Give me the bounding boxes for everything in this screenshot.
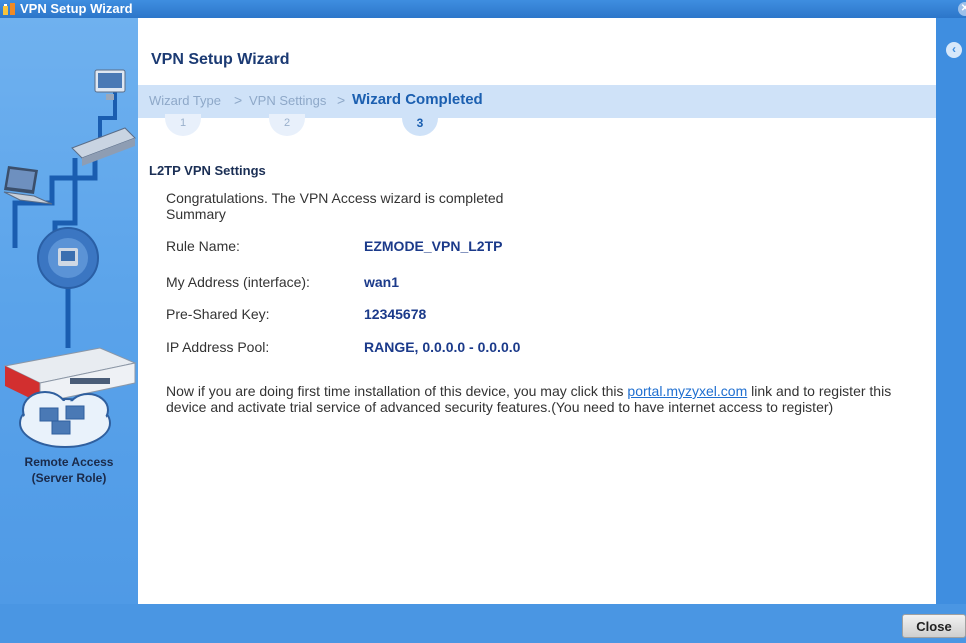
laptop-icon [3, 166, 53, 205]
note-text-before: Now if you are doing first time installa… [166, 383, 628, 399]
congrats-message: Congratulations. The VPN Access wizard i… [166, 190, 504, 206]
registration-note: Now if you are doing first time installa… [166, 383, 926, 415]
cloud-computers-icon [19, 391, 111, 448]
pre-shared-key-value: 12345678 [364, 306, 427, 322]
ip-address-pool-label: IP Address Pool: [166, 339, 270, 355]
network-topology-illustration [3, 69, 137, 448]
wizard-app-icon [2, 2, 16, 16]
sidebar-caption: Remote Access (Server Role) [0, 454, 138, 486]
sidebar-caption-line2: (Server Role) [31, 471, 107, 485]
wizard-main-panel: VPN Setup Wizard Wizard Type > VPN Setti… [138, 18, 936, 604]
switch-icon [71, 127, 136, 166]
chevron-right-icon: > [337, 92, 346, 108]
step-vpn-settings: VPN Settings [249, 93, 327, 108]
step-number-3: 3 [402, 114, 438, 136]
my-address-value: wan1 [364, 274, 400, 290]
summary-label: Summary [166, 206, 226, 222]
wizard-illustration-panel: Remote Access (Server Role) [0, 18, 138, 604]
step-wizard-type: Wizard Type [149, 93, 222, 108]
step-wizard-completed: Wizard Completed [352, 91, 483, 108]
section-title: L2TP VPN Settings [149, 163, 266, 178]
portal-link[interactable]: portal.myzyxel.com [627, 383, 747, 399]
wizard-steps-bar: Wizard Type > VPN Settings > Wizard Comp… [138, 85, 936, 118]
window-close-icon[interactable]: ✕ [958, 2, 966, 16]
globe-icon [37, 227, 99, 289]
page-title: VPN Setup Wizard [151, 51, 290, 68]
right-rail: ‹ [936, 18, 966, 604]
my-address-label: My Address (interface): [166, 274, 310, 290]
collapse-chevron-icon[interactable]: ‹ [946, 42, 962, 58]
rule-name-value: EZMODE_VPN_L2TP [364, 238, 503, 254]
pre-shared-key-label: Pre-Shared Key: [166, 306, 270, 322]
monitor-icon [94, 69, 126, 100]
ip-address-pool-value: RANGE, 0.0.0.0 - 0.0.0.0 [364, 339, 521, 355]
close-button[interactable]: Close [902, 614, 966, 638]
firewall-device-icon [3, 347, 137, 404]
chevron-right-icon: > [234, 92, 243, 108]
sidebar-caption-line1: Remote Access [24, 455, 114, 469]
rule-name-label: Rule Name: [166, 238, 240, 254]
wizard-footer: Close [0, 604, 966, 643]
step-number-1: 1 [165, 114, 201, 136]
step-number-2: 2 [269, 114, 305, 136]
window-title-bar: VPN Setup Wizard ✕ [0, 0, 966, 18]
window-title: VPN Setup Wizard [20, 1, 133, 16]
